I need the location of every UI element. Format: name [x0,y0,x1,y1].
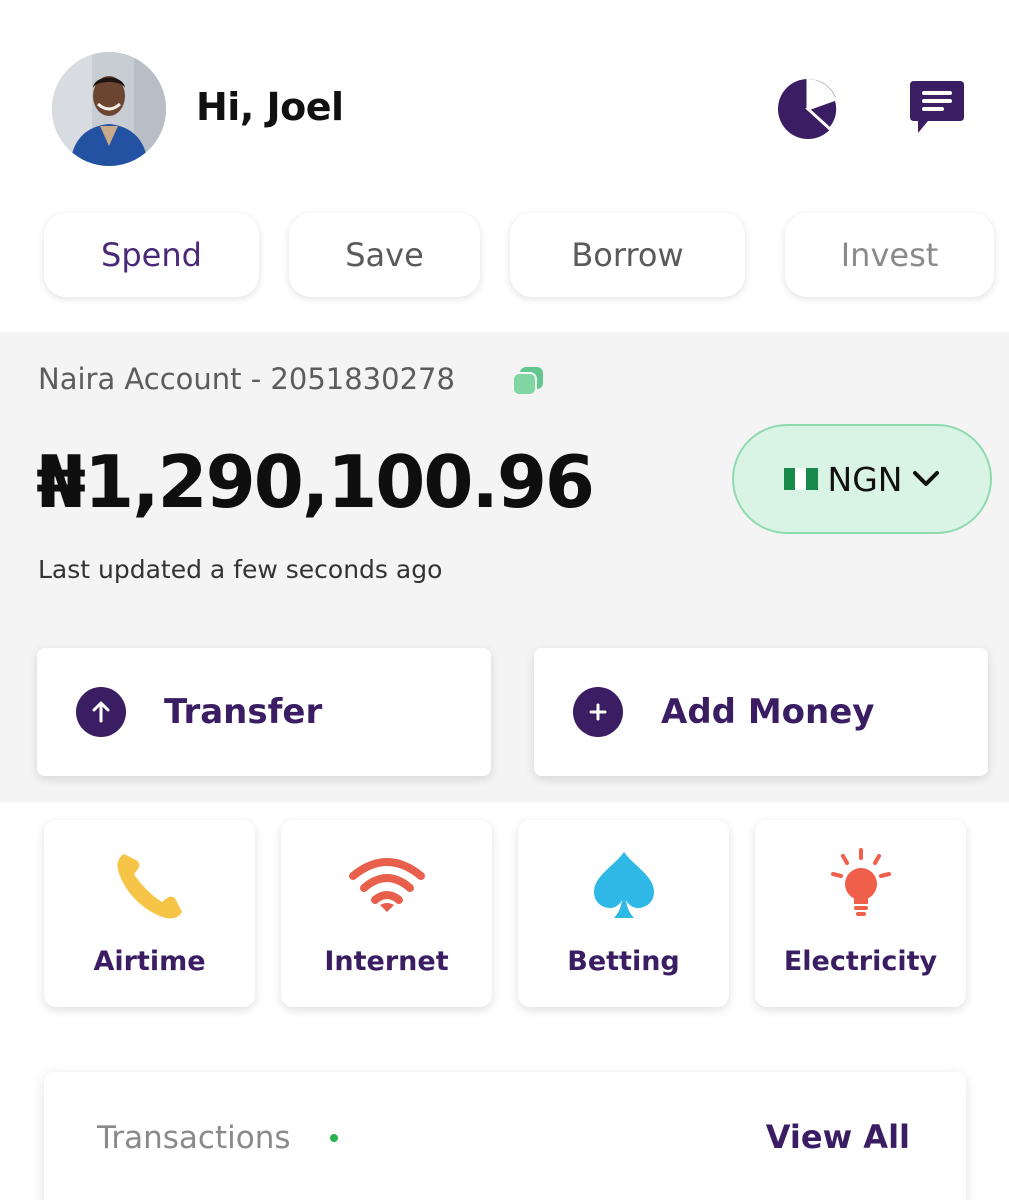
service-electricity[interactable]: Electricity [755,820,966,1007]
tab-save[interactable]: Save [289,213,480,297]
transfer-button[interactable]: Transfer [37,648,491,776]
chat-icon[interactable] [904,77,968,141]
transfer-label: Transfer [164,692,323,732]
avatar[interactable] [52,52,166,166]
tab-spend[interactable]: Spend [44,213,259,297]
add-money-button[interactable]: Add Money [534,648,988,776]
greeting: Hi, Joel [196,85,344,129]
service-label: Airtime [93,946,206,977]
service-airtime[interactable]: Airtime [44,820,255,1007]
currency-code: NGN [827,459,903,499]
tab-borrow[interactable]: Borrow [510,213,745,297]
balance-amount: ₦1,290,100.96 [36,440,595,524]
tab-invest[interactable]: Invest [785,213,994,297]
plus-icon [573,687,623,737]
chevron-down-icon [913,471,940,486]
service-label: Electricity [783,946,938,977]
spade-icon [593,852,654,918]
wifi-icon [348,858,425,912]
add-money-label: Add Money [661,692,875,732]
service-label: Betting [567,946,680,977]
currency-selector[interactable]: NGN [732,424,992,534]
service-label: Internet [324,946,449,977]
service-internet[interactable]: Internet [281,820,492,1007]
arrow-up-icon [76,687,126,737]
status-dot [330,1134,338,1142]
view-all-link[interactable]: View All [766,1118,910,1156]
header: Hi, Joel [0,0,1009,200]
last-updated-text: Last updated a few seconds ago [38,555,443,584]
transactions-title: Transactions [97,1120,291,1156]
account-label: Naira Account - 2051830278 [38,362,455,396]
bulb-icon [830,848,891,916]
transactions-card: Transactions View All [44,1072,966,1200]
copy-icon[interactable] [511,365,545,397]
service-betting[interactable]: Betting [518,820,729,1007]
pie-chart-icon[interactable] [776,77,840,141]
nigeria-flag-icon [783,468,818,490]
phone-icon [116,854,182,919]
